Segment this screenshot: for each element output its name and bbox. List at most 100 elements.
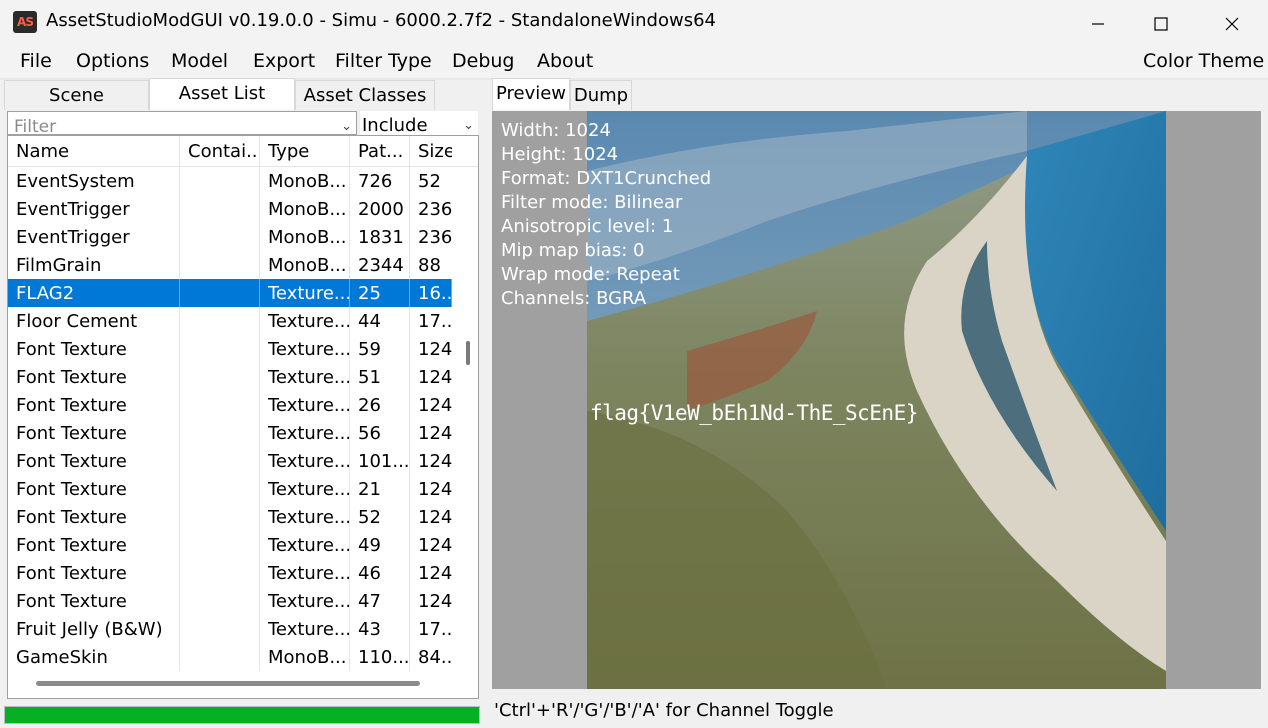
table-row[interactable]: Font Texture Texture... 56 124 [8, 419, 452, 447]
info-format: Format: DXT1Crunched [501, 168, 712, 189]
cell-name: GameSkin [8, 643, 180, 671]
cell-type: Texture... [260, 363, 350, 391]
cell-size: 236 [418, 227, 452, 248]
menu-file[interactable]: File [20, 50, 52, 72]
cell-type: MonoB... [260, 167, 350, 195]
cell-size: 124 [418, 535, 452, 556]
table-row[interactable]: Font Texture Texture... 51 124 [8, 363, 452, 391]
column-header-name[interactable]: Name [8, 136, 180, 166]
cell-path-id: 49 [350, 531, 410, 559]
cell-name: Font Texture [8, 447, 180, 475]
tab-preview[interactable]: Preview [492, 78, 570, 110]
left-panel: Scene Hierarchy Asset List Asset Classes… [4, 78, 482, 724]
cell-type: Texture... [260, 419, 350, 447]
cell-type: Texture... [260, 559, 350, 587]
column-header-path[interactable]: Pat... [350, 136, 410, 166]
cell-path-id: 46 [350, 559, 410, 587]
cell-name: FilmGrain [8, 251, 180, 279]
tab-asset-classes[interactable]: Asset Classes [295, 80, 435, 110]
cell-container [180, 251, 260, 279]
window-title: AssetStudioModGUI v0.19.0.0 - Simu - 600… [46, 10, 716, 31]
cell-container [180, 587, 260, 615]
menu-bar: File Options Model Export Filter Type De… [0, 44, 1268, 78]
menu-model[interactable]: Model [171, 50, 228, 72]
cell-path-id: 25 [350, 279, 410, 307]
column-header-type[interactable]: Type [260, 136, 350, 166]
cell-container [180, 223, 260, 251]
table-row[interactable]: EventSystem MonoB... 726 52 [8, 167, 452, 195]
cell-container [180, 615, 260, 643]
cell-size: 124 [418, 367, 452, 388]
table-row[interactable]: FLAG2 Texture...2516... [8, 279, 452, 307]
table-row[interactable]: Floor Cement Texture...44 17... [8, 307, 452, 335]
cell-type: Texture... [260, 447, 350, 475]
cell-size: 124 [418, 395, 452, 416]
filter-input[interactable]: Filter ⌄ [7, 111, 357, 135]
cell-size: 124 [418, 451, 452, 472]
cell-name: Font Texture [8, 503, 180, 531]
cell-type: MonoB... [260, 643, 350, 671]
horizontal-scrollbar[interactable] [36, 681, 420, 686]
maximize-icon[interactable] [1126, 0, 1196, 44]
menu-options[interactable]: Options [76, 50, 149, 72]
cell-type: Texture... [260, 587, 350, 615]
table-row[interactable]: EventTrigger MonoB... 2000 236 [8, 195, 452, 223]
info-channels: Channels: BGRA [501, 288, 647, 309]
include-select[interactable]: Include ⌄ [360, 111, 478, 135]
menu-export[interactable]: Export [253, 50, 315, 72]
table-row[interactable]: Font Texture Texture... 47 124 [8, 587, 452, 615]
table-row[interactable]: Font Texture Texture... 26 124 [8, 391, 452, 419]
table-row[interactable]: Font Texture Texture... 49 124 [8, 531, 452, 559]
cell-size: 88 [418, 255, 441, 276]
table-row[interactable]: EventTrigger MonoB... 1831 236 [8, 223, 452, 251]
chevron-down-icon[interactable]: ⌄ [463, 111, 474, 135]
cell-type: MonoB... [260, 223, 350, 251]
cell-size: 236 [418, 199, 452, 220]
right-panel: Preview Dump flag{V1eW_bEh1Nd-ThE_ScEnE}… [489, 78, 1265, 725]
table-row[interactable]: Font Texture Texture... 52 124 [8, 503, 452, 531]
info-anisotropic-level: Anisotropic level: 1 [501, 216, 674, 237]
tab-dump[interactable]: Dump [570, 80, 632, 110]
table-row[interactable]: Font Texture Texture... 59 124 [8, 335, 452, 363]
cell-name: Fruit Jelly (B&W) [8, 615, 180, 643]
asset-list[interactable]: Name Contai... Type Pat... Size EventSys… [7, 135, 479, 699]
column-header-size[interactable]: Size [410, 136, 452, 166]
table-row[interactable]: Font Texture Texture... 46 124 [8, 559, 452, 587]
info-wrap-mode: Wrap mode: Repeat [501, 264, 680, 285]
cell-path-id: 47 [350, 587, 410, 615]
menu-about[interactable]: About [537, 50, 593, 72]
progress-bar [4, 706, 480, 724]
table-row[interactable]: GameSkin MonoB...110... 84... [8, 643, 452, 671]
cell-path-id: 21 [350, 475, 410, 503]
flag-text: flag{V1eW_bEh1Nd-ThE_ScEnE} [590, 401, 918, 425]
cell-container [180, 559, 260, 587]
column-header-container[interactable]: Contai... [180, 136, 260, 166]
minimize-icon[interactable] [1063, 0, 1133, 44]
cell-container [180, 391, 260, 419]
cell-path-id: 2000 [350, 195, 410, 223]
cell-container [180, 475, 260, 503]
tab-asset-list[interactable]: Asset List [149, 78, 295, 110]
cell-type: Texture... [260, 335, 350, 363]
close-icon[interactable] [1197, 0, 1267, 44]
cell-type: Texture... [260, 307, 350, 335]
cell-container [180, 531, 260, 559]
cell-name: FLAG2 [8, 279, 180, 307]
cell-name: EventTrigger [8, 223, 180, 251]
vertical-scrollbar[interactable] [466, 341, 470, 365]
menu-filter-type[interactable]: Filter Type [335, 50, 432, 72]
cell-container [180, 167, 260, 195]
table-row[interactable]: Font Texture Texture... 101... 124 [8, 447, 452, 475]
cell-path-id: 59 [350, 335, 410, 363]
table-row[interactable]: Font Texture Texture... 21 124 [8, 475, 452, 503]
tab-scene-hierarchy[interactable]: Scene Hierarchy [4, 80, 149, 136]
chevron-down-icon[interactable]: ⌄ [341, 112, 352, 134]
title-bar: AS AssetStudioModGUI v0.19.0.0 - Simu - … [0, 0, 1268, 44]
menu-debug[interactable]: Debug [452, 50, 514, 72]
cell-type: MonoB... [260, 251, 350, 279]
menu-color-theme[interactable]: Color Theme [1143, 50, 1264, 72]
cell-size: 124 [418, 423, 452, 444]
cell-name: Font Texture [8, 531, 180, 559]
table-row[interactable]: FilmGrain MonoB... 2344 88 [8, 251, 452, 279]
table-row[interactable]: Fruit Jelly (B&W) Texture...43 17... [8, 615, 452, 643]
